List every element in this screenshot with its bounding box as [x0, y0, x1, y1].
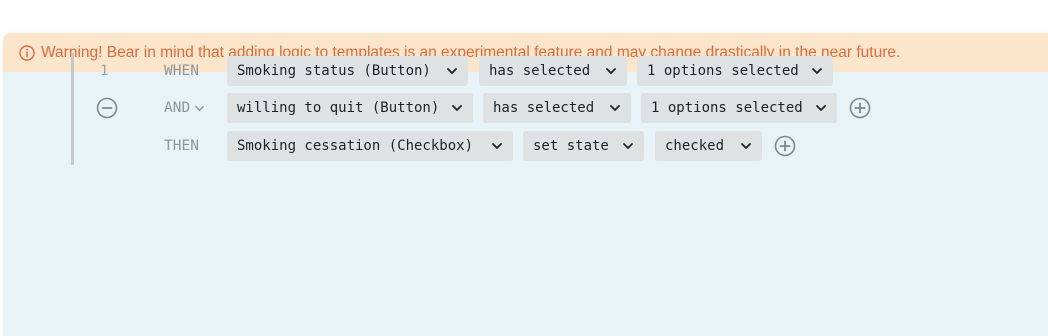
add-condition-icon[interactable]: [849, 97, 871, 119]
value-dropdown-label: 1 options selected: [647, 63, 799, 79]
field-dropdown-smoking-status[interactable]: Smoking status (Button): [227, 56, 468, 86]
chevron-down-icon: [622, 140, 634, 152]
value-dropdown-label: 1 options selected: [651, 100, 803, 116]
add-action-icon[interactable]: [774, 135, 796, 157]
field-dropdown-label: Smoking cessation (Checkbox): [237, 138, 474, 154]
operator-dropdown-label: has selected: [489, 63, 591, 79]
keyword-then: THEN: [164, 138, 199, 154]
chevron-down-icon: [605, 65, 617, 77]
operator-dropdown-label: has selected: [493, 100, 595, 116]
keyword-and: AND: [164, 100, 191, 116]
keyword-when: WHEN: [164, 63, 199, 79]
field-dropdown-willing-to-quit[interactable]: willing to quit (Button): [227, 93, 473, 123]
field-dropdown-label: willing to quit (Button): [237, 100, 440, 116]
rule-number: 1: [100, 63, 109, 79]
action-dropdown-set-state[interactable]: set state: [523, 131, 644, 161]
rule-left-border: [71, 53, 74, 165]
chevron-down-icon: [609, 102, 621, 114]
operator-dropdown-has-selected[interactable]: has selected: [479, 56, 627, 86]
info-circle-icon: [19, 44, 35, 61]
state-dropdown-checked[interactable]: checked: [655, 131, 762, 161]
chevron-down-icon: [491, 140, 503, 152]
operator-dropdown-has-selected[interactable]: has selected: [483, 93, 631, 123]
chevron-down-icon: [446, 65, 458, 77]
chevron-down-icon: [811, 65, 823, 77]
value-dropdown-options[interactable]: 1 options selected: [641, 93, 837, 123]
value-dropdown-options[interactable]: 1 options selected: [637, 56, 833, 86]
keyword-and-dropdown[interactable]: AND: [164, 100, 205, 116]
chevron-down-icon: [740, 140, 752, 152]
chevron-down-icon: [451, 102, 463, 114]
state-dropdown-label: checked: [665, 138, 725, 154]
field-dropdown-smoking-cessation[interactable]: Smoking cessation (Checkbox): [227, 131, 513, 161]
action-dropdown-label: set state: [533, 138, 609, 154]
field-dropdown-label: Smoking status (Button): [237, 63, 431, 79]
chevron-down-icon: [815, 102, 827, 114]
remove-condition-icon[interactable]: [96, 97, 118, 119]
chevron-down-icon: [194, 103, 205, 114]
